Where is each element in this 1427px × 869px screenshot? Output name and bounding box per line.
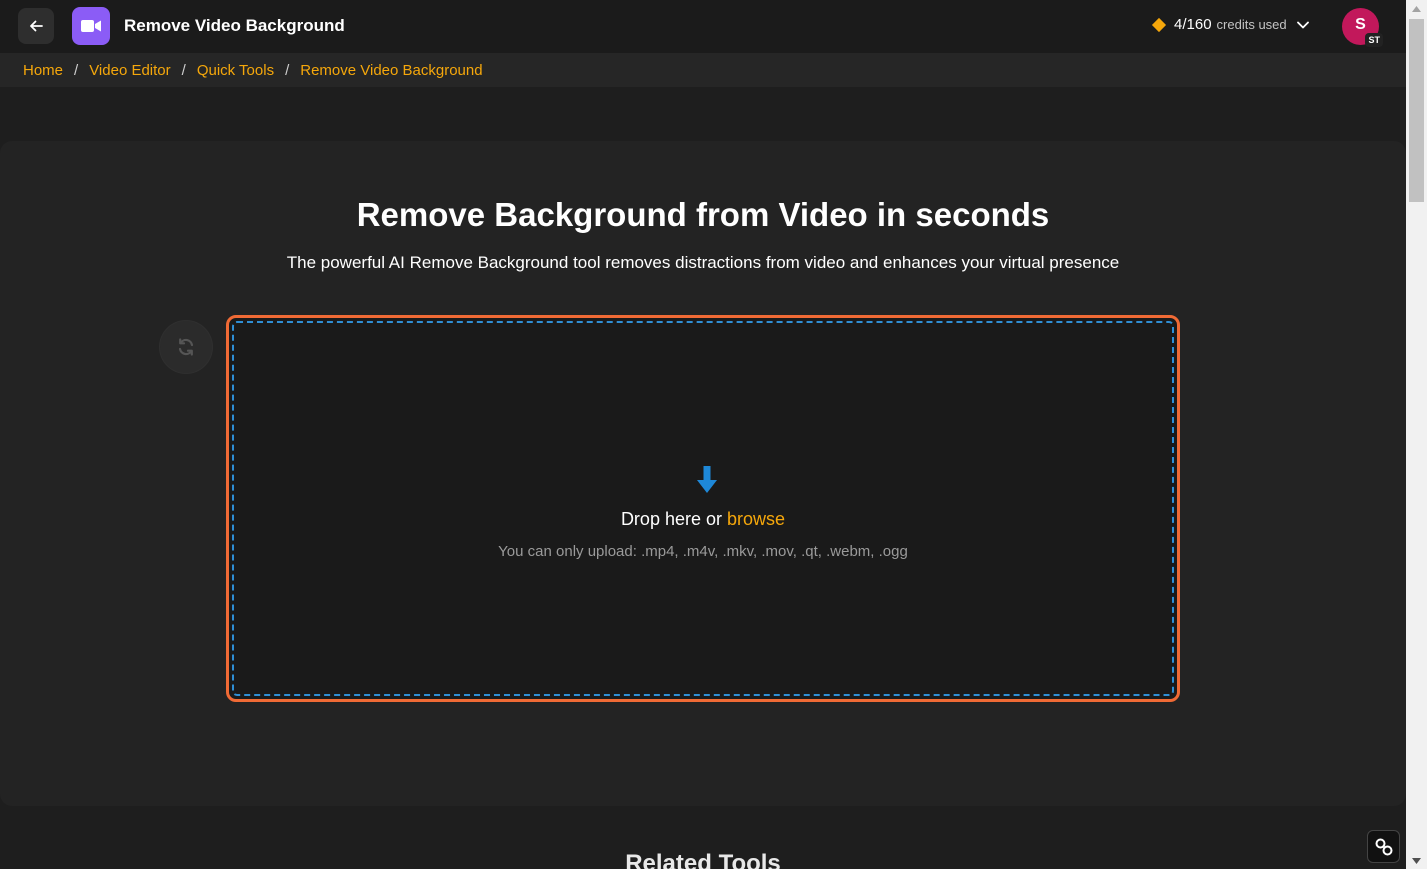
breadcrumb-separator: / — [74, 61, 79, 79]
scroll-up-arrow[interactable] — [1406, 0, 1427, 17]
browse-link[interactable]: browse — [727, 509, 785, 529]
breadcrumb-separator: / — [181, 61, 186, 79]
video-camera-icon — [81, 20, 101, 32]
breadcrumb-current[interactable]: Remove Video Background — [300, 62, 482, 79]
refresh-button[interactable] — [160, 321, 212, 373]
page-scrollbar[interactable] — [1406, 0, 1427, 869]
page: Remove Video Background 4/160 credits us… — [0, 0, 1427, 869]
app-title: Remove Video Background — [124, 16, 345, 35]
breadcrumb-home[interactable]: Home — [23, 62, 63, 79]
breadcrumb-separator: / — [285, 61, 290, 79]
credits-count: 4/160 — [1174, 16, 1212, 33]
upload-dropzone[interactable]: Drop here or browse You can only upload:… — [226, 315, 1180, 702]
avatar[interactable]: S ST — [1342, 8, 1383, 47]
scroll-down-arrow[interactable] — [1406, 852, 1427, 869]
avatar-badge: ST — [1365, 33, 1383, 47]
dropzone-dashed-area[interactable]: Drop here or browse You can only upload:… — [232, 321, 1174, 696]
download-arrow-icon — [697, 466, 717, 493]
floating-link-button[interactable] — [1367, 830, 1400, 863]
back-button[interactable] — [18, 8, 54, 44]
scrollbar-thumb[interactable] — [1409, 19, 1424, 202]
breadcrumb-quick-tools[interactable]: Quick Tools — [197, 62, 274, 79]
page-subtitle: The powerful AI Remove Background tool r… — [286, 253, 1120, 272]
scroll-down-icon — [1412, 857, 1421, 864]
refresh-icon — [178, 338, 194, 356]
link-icon — [1375, 838, 1392, 855]
scroll-up-icon — [1412, 5, 1421, 12]
related-tools-heading: Related Tools — [625, 850, 781, 869]
top-bar: Remove Video Background 4/160 credits us… — [0, 0, 1406, 53]
credits-dropdown[interactable]: 4/160 credits used — [1151, 16, 1309, 33]
breadcrumb: Home / Video Editor / Quick Tools / Remo… — [0, 53, 1406, 87]
breadcrumb-video-editor[interactable]: Video Editor — [89, 62, 170, 79]
diamond-icon — [1151, 17, 1167, 33]
drop-prompt: Drop here or browse — [234, 509, 1172, 530]
app-icon — [72, 7, 110, 45]
page-title: Remove Background from Video in seconds — [356, 196, 1050, 233]
avatar-initial: S — [1355, 15, 1366, 33]
upload-format-hint: You can only upload: .mp4, .m4v, .mkv, .… — [498, 543, 908, 560]
chevron-down-icon — [1296, 21, 1309, 28]
back-arrow-icon — [30, 20, 43, 32]
credits-label: credits used — [1216, 17, 1287, 32]
drop-prompt-text: Drop here or — [620, 509, 722, 529]
